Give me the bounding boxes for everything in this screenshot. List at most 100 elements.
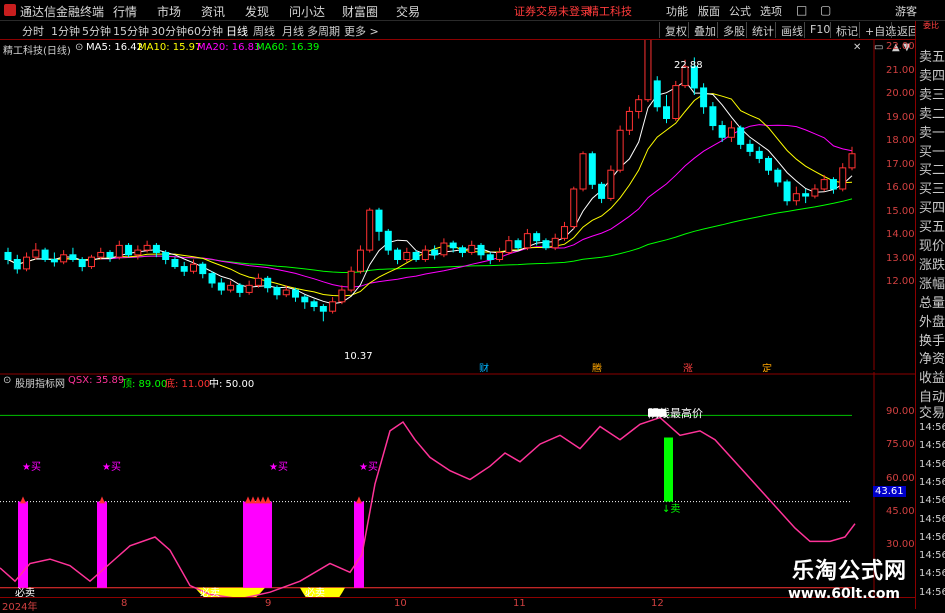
indicator-name: 股朋指标网: [15, 379, 65, 390]
date-dec: 12: [651, 598, 664, 609]
candle[interactable]: [653, 76, 661, 112]
date-oct: 10: [394, 598, 407, 609]
sidebar-item[interactable]: 净资: [919, 348, 945, 367]
period-month[interactable]: 月线: [282, 23, 304, 39]
indicator-mid: 中: 50.00: [209, 379, 255, 390]
candle[interactable]: [625, 106, 633, 135]
menu-function[interactable]: 功能: [666, 3, 688, 19]
candle[interactable]: [579, 151, 587, 192]
sidebar-item[interactable]: 现价: [919, 235, 945, 254]
sidebar-item[interactable]: 换手: [919, 330, 945, 349]
period-day[interactable]: 日线: [226, 23, 248, 39]
chart-settings-icon[interactable]: ⊙: [75, 42, 83, 53]
candle[interactable]: [588, 151, 596, 189]
period-week[interactable]: 周线: [253, 23, 275, 39]
price-tick: 12.00: [886, 276, 915, 287]
menu-market[interactable]: 市场: [157, 3, 181, 20]
price-tick: 18.00: [886, 135, 915, 146]
chart-bg: [0, 40, 915, 370]
candle[interactable]: [125, 243, 133, 258]
candle[interactable]: [356, 245, 364, 274]
sidebar-item[interactable]: 买五: [919, 216, 945, 235]
chart-scroll-icon[interactable]: ▭: [874, 42, 883, 53]
price-tick: 16.00: [886, 182, 915, 193]
candle[interactable]: [41, 247, 49, 262]
menu-quotes[interactable]: 行情: [113, 3, 137, 20]
period-60min[interactable]: 60分钟: [187, 23, 223, 39]
sidebar-item[interactable]: 涨跌: [919, 254, 945, 273]
sidebar-item[interactable]: 买二: [919, 159, 945, 178]
price-tick: 22.00: [886, 41, 915, 52]
period-toolbar: 分时 1分钟 5分钟 15分钟 30分钟 60分钟 日线 周线 月线 多周期 更…: [0, 21, 945, 40]
sidebar-item[interactable]: 涨幅: [919, 273, 945, 292]
sidebar-item[interactable]: 买四: [919, 197, 945, 216]
login-notice[interactable]: 证券交易未登录: [514, 3, 591, 19]
menu-layout[interactable]: 版面: [698, 3, 720, 19]
period-timeshare[interactable]: 分时: [22, 23, 44, 39]
menu-guest[interactable]: 游客: [895, 3, 917, 19]
sidebar-header: 委比: [916, 21, 945, 43]
buy-signal-2: ★买: [102, 458, 121, 473]
indicator-tick: 60.00: [886, 472, 915, 484]
candle-note: 阴线最高价: [648, 407, 703, 420]
menu-discover[interactable]: 发现: [245, 3, 269, 20]
buy-signal-4: ★买: [359, 458, 378, 473]
title-bar: 通达信金融终端 行情 市场 资讯 发现 问小达 财富圈 交易 证券交易未登录 精…: [0, 0, 945, 21]
sidebar-item[interactable]: 交易: [919, 402, 945, 421]
sidebar-item[interactable]: 卖一: [919, 122, 945, 141]
stock-name-title: 精工科技: [588, 5, 632, 18]
price-tick: 20.00: [886, 88, 915, 99]
menu-news[interactable]: 资讯: [201, 3, 225, 20]
buy-label: 买: [30, 462, 41, 473]
sidebar-item[interactable]: 买一: [919, 141, 945, 160]
menu-wealth[interactable]: 财富圈: [342, 3, 378, 20]
app-logo-icon: [4, 4, 16, 16]
period-15min[interactable]: 15分钟: [113, 23, 149, 39]
candle[interactable]: [616, 125, 624, 173]
date-year: 2024年: [2, 602, 38, 613]
sidebar-time: 14:56: [919, 476, 945, 488]
ma10-label: MA10: 15.97: [138, 42, 202, 53]
period-multi[interactable]: 多周期: [307, 23, 340, 39]
sidebar-item[interactable]: 收益: [919, 367, 945, 386]
watermark: 乐淘公式网 www.60lt.com: [760, 552, 940, 607]
candle[interactable]: [570, 186, 578, 229]
sidebar-item[interactable]: 总量: [919, 292, 945, 311]
sidebar-item[interactable]: 买三: [919, 178, 945, 197]
price-tick: 17.00: [886, 158, 915, 170]
candle[interactable]: [87, 254, 95, 269]
candlestick-chart[interactable]: [0, 40, 915, 370]
watermark-url: www.60lt.com: [788, 586, 901, 602]
sidebar-item[interactable]: 外盘: [919, 311, 945, 330]
minimize-icon[interactable]: ▢: [820, 3, 831, 17]
candle[interactable]: [709, 102, 717, 131]
indicator-settings-icon[interactable]: ⊙: [3, 375, 11, 386]
menu-formula[interactable]: 公式: [729, 3, 751, 19]
sidebar-item[interactable]: 卖四: [919, 65, 945, 84]
menu-trade[interactable]: 交易: [396, 3, 420, 20]
sidebar-time: 14:56: [919, 495, 945, 507]
sell-icon[interactable]: □: [796, 3, 807, 17]
price-tick: 19.00: [886, 111, 915, 123]
period-5min[interactable]: 5分钟: [82, 23, 111, 39]
sidebar-item[interactable]: 卖三: [919, 84, 945, 103]
menu-options[interactable]: 选项: [760, 3, 782, 19]
sell-label: 卖: [670, 504, 681, 515]
candle[interactable]: [644, 40, 652, 103]
sidebar-item[interactable]: 卖五: [919, 46, 945, 65]
chart-stock-label: 精工科技(日线): [3, 46, 71, 57]
candle[interactable]: [672, 80, 680, 121]
sidebar-ratio-label: 委比: [923, 21, 939, 30]
high-price-label: 22.88: [674, 60, 703, 71]
sidebar-item[interactable]: 卖二: [919, 103, 945, 122]
chart-close-icon[interactable]: ✕: [853, 42, 861, 53]
candle[interactable]: [839, 163, 847, 192]
candle[interactable]: [366, 207, 374, 253]
period-1min[interactable]: 1分钟: [51, 23, 80, 39]
menu-ask[interactable]: 问小达: [289, 3, 325, 20]
ma20-label: MA20: 16.83: [197, 42, 261, 53]
buy-label: 买: [277, 462, 288, 473]
candle[interactable]: [607, 165, 615, 201]
period-30min[interactable]: 30分钟: [151, 23, 187, 39]
period-more[interactable]: 更多 >: [344, 23, 379, 39]
